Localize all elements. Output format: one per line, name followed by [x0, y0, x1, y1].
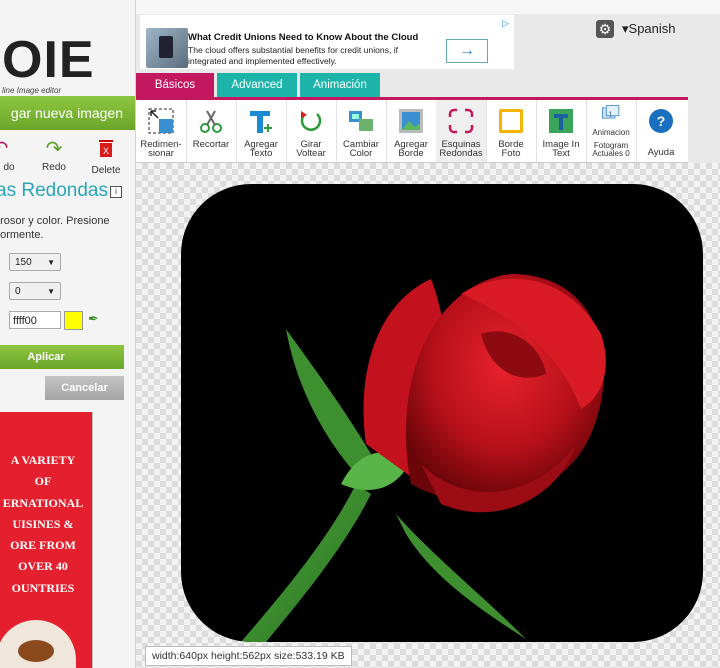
redo-icon: ↷ [45, 138, 63, 160]
top-advertisement[interactable]: What Credit Unions Need to Know About th… [140, 15, 514, 69]
tool-label: Agregar Texto [244, 139, 278, 159]
photo-border-icon [499, 109, 523, 133]
animation-tool[interactable]: 1 Animacion Fotogram Actuales 0 [586, 100, 637, 162]
food-image [0, 620, 76, 668]
color-input[interactable]: ffff00 [9, 311, 61, 329]
logo-text: OIE [2, 31, 95, 89]
add-text-tool[interactable]: Agregar Texto [236, 100, 287, 162]
panel-description: grosor y color. Presione riormente. [0, 215, 110, 241]
scissors-icon [200, 110, 222, 133]
rotate-icon [300, 111, 322, 131]
border-width-select[interactable]: 0 ▼ [9, 282, 61, 300]
rose-image [241, 274, 606, 642]
app-logo[interactable]: OIE line Image editor [0, 28, 128, 95]
delete-label: Delete [91, 165, 121, 176]
trash-icon: X [82, 138, 130, 163]
tool-label: Agregar Borde [394, 139, 428, 159]
resize-icon [148, 108, 174, 134]
undo-button[interactable]: ↶ do [0, 134, 20, 176]
photo-border-tool[interactable]: Borde Foto [486, 100, 537, 162]
chevron-down-icon: ▼ [47, 258, 55, 267]
tool-label: Cambiar Color [343, 139, 379, 159]
text-icon [250, 111, 272, 133]
tool-label: Esquinas Redondas [439, 139, 483, 159]
chevron-down-icon: ▼ [47, 287, 55, 296]
tool-label: Image In Text [542, 139, 580, 159]
corner-size-value: 150 [15, 257, 32, 268]
tool-label: Ayuda [647, 147, 675, 158]
svg-text:?: ? [657, 113, 666, 129]
resize-tool[interactable]: Redimen- sionar [136, 100, 187, 162]
image-text-icon [549, 109, 573, 133]
help-tool[interactable]: ? Ayuda [636, 100, 686, 162]
info-icon[interactable]: i [110, 186, 122, 198]
tab-animacion[interactable]: Animación [300, 73, 380, 97]
rose-photo[interactable] [181, 184, 703, 642]
left-sidebar: OIE line Image editor gar nueva imagen ↶… [0, 0, 136, 668]
eyedropper-icon[interactable]: ✒ [88, 311, 99, 327]
delete-button[interactable]: X Delete [82, 134, 130, 176]
rounded-corners-icon [448, 108, 474, 134]
color-icon [349, 111, 373, 131]
undo-icon: ↶ [0, 138, 20, 160]
ad-choices-icon[interactable]: ▷ [502, 18, 512, 28]
redo-button[interactable]: ↷ Redo [30, 134, 78, 176]
frame-count-label: Fotogram Actuales 0 [592, 141, 630, 158]
tools-toolbar: Redimen- sionar Recortar Agregar Texto G… [136, 100, 688, 163]
change-color-tool[interactable]: Cambiar Color [336, 100, 387, 162]
side-ad-text: A VARIETY OF ERNATIONAL UISINES & ORE FR… [2, 453, 84, 595]
tool-label: Redimen- sionar [140, 139, 182, 159]
border-width-value: 0 [15, 286, 21, 297]
redo-label: Redo [42, 162, 66, 173]
cancel-button[interactable]: Cancelar [45, 376, 124, 400]
apply-button[interactable]: Aplicar [0, 345, 124, 369]
color-swatch[interactable] [64, 311, 83, 330]
border-icon [399, 109, 423, 133]
tool-label: Recortar [192, 139, 230, 150]
ad-thumbnail [146, 28, 188, 68]
panel-title: as Redondas [0, 180, 108, 201]
tool-label: Girar Voltear [296, 139, 326, 159]
ad-title: What Credit Unions Need to Know About th… [188, 32, 419, 43]
upload-new-image-button[interactable]: gar nueva imagen [0, 96, 135, 130]
crop-tool[interactable]: Recortar [186, 100, 237, 162]
logo-subtitle: line Image editor [2, 86, 62, 95]
image-info-bar: width:640px height:562px size:533.19 KB [145, 646, 352, 666]
language-selector[interactable]: ▾Spanish [622, 21, 676, 37]
tool-label: Animacion [592, 128, 630, 137]
film-frames-icon: 1 [601, 105, 620, 119]
gear-icon[interactable]: ⚙ [596, 20, 614, 38]
rotate-flip-tool[interactable]: Girar Voltear [286, 100, 337, 162]
side-advertisement[interactable]: A VARIETY OF ERNATIONAL UISINES & ORE FR… [0, 412, 93, 668]
svg-text:X: X [103, 146, 109, 156]
svg-text:1: 1 [609, 112, 613, 119]
tab-basicos[interactable]: Básicos [136, 73, 214, 97]
corner-size-select[interactable]: 150 ▼ [9, 253, 61, 271]
rounded-corners-tool[interactable]: Esquinas Redondas [436, 100, 487, 162]
undo-label: do [3, 162, 15, 173]
ad-arrow-button[interactable]: → [446, 39, 488, 63]
tool-label: Borde Foto [498, 139, 524, 159]
ad-body: The cloud offers substantial benefits fo… [188, 45, 399, 66]
image-in-text-tool[interactable]: Image In Text [536, 100, 587, 162]
help-icon: ? [649, 109, 673, 133]
add-border-tool[interactable]: Agregar Borde [386, 100, 437, 162]
tab-advanced[interactable]: Advanced [217, 73, 297, 97]
